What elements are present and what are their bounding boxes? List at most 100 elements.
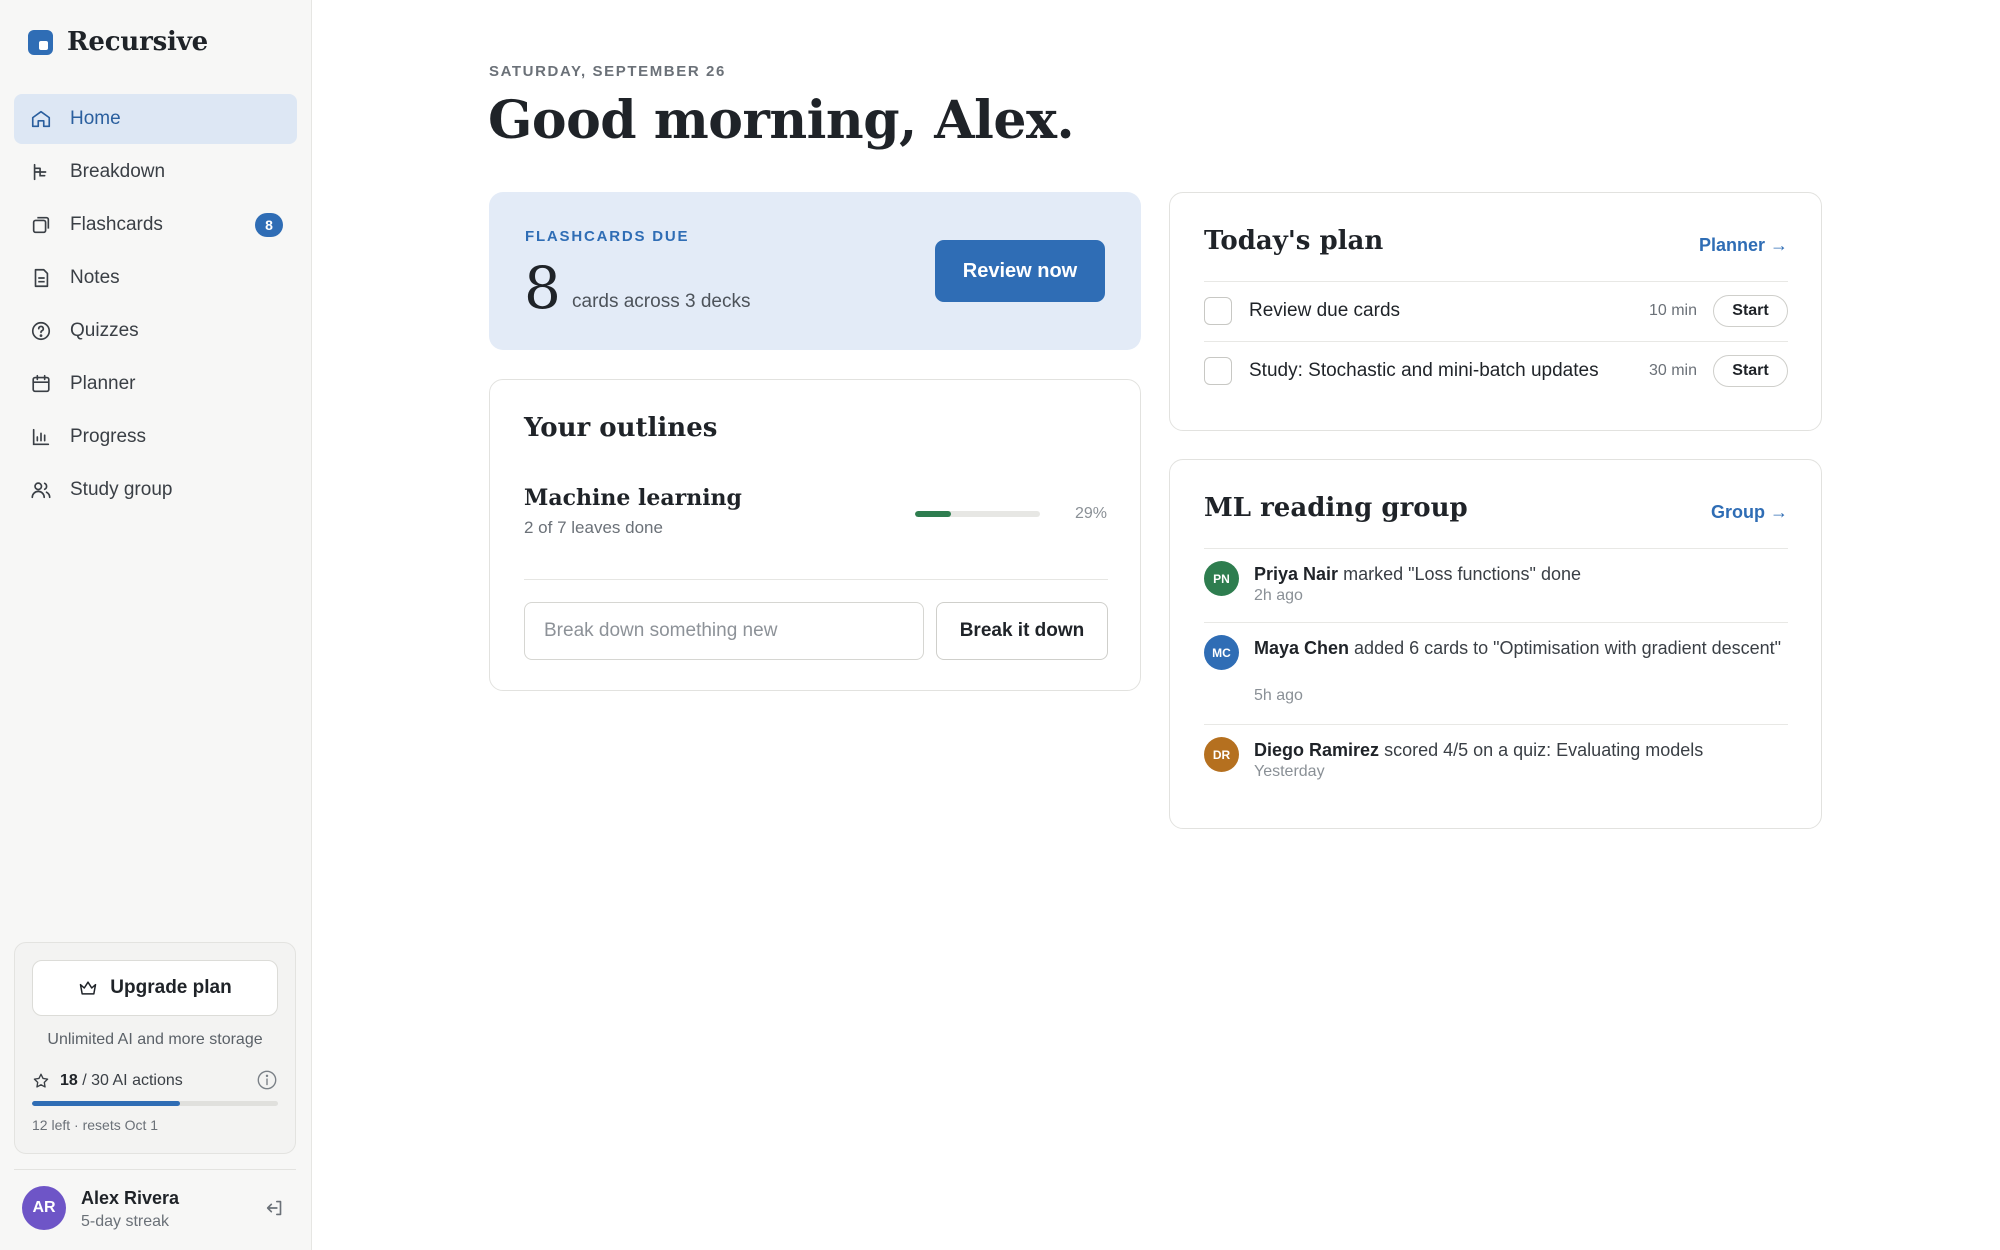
sidebar-divider	[14, 1169, 296, 1170]
sidebar-item-planner[interactable]: Planner	[14, 359, 297, 409]
sidebar-item-label: Study group	[70, 479, 173, 500]
divider	[1204, 548, 1788, 549]
upgrade-plan-button[interactable]: Upgrade plan	[32, 960, 278, 1016]
plan-task: Study: Stochastic and mini-batch updates…	[1204, 342, 1788, 400]
brand[interactable]: Recursive	[28, 26, 208, 58]
activity-text: Maya Chen added 6 cards to "Optimisation…	[1254, 635, 1788, 661]
sidebar-nav: Home Breakdown Flashcards 8 Notes Quizze…	[14, 94, 297, 518]
calendar-icon	[32, 374, 50, 393]
task-checkbox[interactable]	[1204, 297, 1232, 325]
ai-usage: 18 / 30 AI actions	[32, 1069, 278, 1093]
sidebar-item-label: Breakdown	[70, 161, 166, 182]
avatar: MC	[1204, 635, 1239, 670]
crown-icon	[80, 981, 97, 995]
app-logo-icon	[28, 29, 53, 55]
sidebar-item-study-group[interactable]: Study group	[14, 465, 297, 515]
breakdown-input[interactable]	[524, 602, 924, 660]
avatar: PN	[1204, 561, 1239, 596]
activity-text: Diego Ramirez scored 4/5 on a quiz: Eval…	[1254, 737, 1788, 763]
outline-progress-text: 2 of 7 leaves done	[524, 518, 663, 537]
plan-task: Review due cards 10 min Start	[1204, 282, 1788, 340]
group-link[interactable]: Group →	[1711, 502, 1788, 523]
logout-icon[interactable]	[264, 1197, 286, 1219]
sidebar-item-home[interactable]: Home	[14, 94, 297, 144]
sidebar-item-quizzes[interactable]: Quizzes	[14, 306, 297, 356]
quizzes-icon	[31, 321, 51, 341]
outline-progress-fill	[915, 511, 952, 517]
divider	[1204, 724, 1788, 725]
activity-item: MC Maya Chen added 6 cards to "Optimisat…	[1204, 635, 1788, 725]
start-task-button[interactable]: Start	[1713, 355, 1788, 387]
upgrade-subtitle: Unlimited AI and more storage	[47, 1031, 263, 1048]
star-icon	[33, 1073, 49, 1088]
activity-action: added 6 cards to "Optimisation with grad…	[1354, 638, 1782, 658]
reading-group-title: ML reading group	[1204, 493, 1468, 523]
sidebar-item-notes[interactable]: Notes	[14, 253, 297, 303]
activity-time: Yesterday	[1254, 763, 1325, 780]
activity-item: DR Diego Ramirez scored 4/5 on a quiz: E…	[1204, 737, 1788, 797]
sidebar: Recursive Home Breakdown Flashcards 8 No…	[0, 0, 312, 1250]
bar-chart-icon	[32, 428, 50, 446]
sidebar-item-breakdown[interactable]: Breakdown	[14, 147, 297, 197]
break-it-down-button[interactable]: Break it down	[936, 602, 1108, 660]
ai-usage-bar-fill	[32, 1101, 180, 1106]
divider	[1204, 622, 1788, 623]
flashcards-icon	[32, 216, 50, 234]
activity-action: marked "Loss functions" done	[1343, 564, 1581, 584]
outlines-card: Your outlines Machine learning 2 of 7 le…	[489, 379, 1141, 691]
start-task-button[interactable]: Start	[1713, 295, 1788, 327]
user-name: Alex Rivera	[81, 1188, 180, 1208]
task-duration: 10 min	[1648, 302, 1697, 319]
breakdown-icon	[33, 163, 47, 181]
task-label: Review due cards	[1249, 300, 1401, 321]
avatar: DR	[1204, 737, 1239, 772]
review-now-button[interactable]: Review now	[935, 240, 1105, 302]
flashcards-due-label: FLASHCARDS DUE	[525, 228, 690, 245]
user-profile[interactable]: AR Alex Rivera 5-day streak	[22, 1186, 292, 1234]
sidebar-item-progress[interactable]: Progress	[14, 412, 297, 462]
task-label: Study: Stochastic and mini-batch updates	[1249, 360, 1599, 381]
flashcards-count-badge: 8	[255, 213, 283, 237]
upgrade-card: Upgrade plan Unlimited AI and more stora…	[14, 942, 296, 1154]
outline-progress-bar	[915, 511, 1040, 517]
activity-time: 5h ago	[1254, 687, 1303, 704]
reading-group-card: ML reading group Group → PN Priya Nair m…	[1169, 459, 1822, 829]
sidebar-item-label: Flashcards	[70, 214, 163, 235]
activity-item: PN Priya Nair marked "Loss functions" do…	[1204, 561, 1788, 621]
planner-link[interactable]: Planner →	[1699, 235, 1788, 256]
sidebar-item-label: Notes	[70, 267, 120, 288]
task-checkbox[interactable]	[1204, 357, 1232, 385]
sidebar-item-label: Planner	[70, 373, 136, 394]
activity-user[interactable]: Priya Nair	[1254, 564, 1338, 584]
divider	[524, 579, 1108, 580]
activity-time: 2h ago	[1254, 587, 1303, 604]
sidebar-item-label: Home	[70, 108, 121, 129]
task-duration: 30 min	[1648, 362, 1697, 379]
page-title: Good morning, Alex.	[488, 90, 1075, 151]
activity-action: scored 4/5 on a quiz: Evaluating models	[1384, 740, 1704, 760]
activity-user[interactable]: Diego Ramirez	[1254, 740, 1379, 760]
ai-usage-note: 12 left · resets Oct 1	[32, 1117, 159, 1133]
flashcards-due-card: FLASHCARDS DUE 8 cards across 3 decks Re…	[489, 192, 1141, 350]
ai-usage-total: / 30 AI actions	[82, 1072, 183, 1089]
app-name: Recursive	[67, 27, 208, 57]
outline-name: Machine learning	[524, 485, 742, 511]
info-icon[interactable]	[256, 1069, 278, 1091]
outline-percent: 29%	[1074, 505, 1107, 522]
users-icon	[31, 482, 51, 499]
sidebar-item-flashcards[interactable]: Flashcards 8	[14, 200, 297, 250]
flashcards-due-subtitle: cards across 3 decks	[572, 291, 751, 312]
avatar: AR	[22, 1186, 66, 1230]
sidebar-item-label: Quizzes	[70, 320, 139, 341]
todays-plan-card: Today's plan Planner → Review due cards …	[1169, 192, 1822, 431]
activity-text: Priya Nair marked "Loss functions" done	[1254, 561, 1788, 587]
notes-icon	[34, 268, 49, 288]
flashcards-due-count: 8	[524, 254, 561, 322]
outlines-title: Your outlines	[524, 413, 718, 443]
ai-usage-used: 18	[60, 1072, 78, 1089]
user-streak: 5-day streak	[81, 1213, 170, 1230]
home-icon	[31, 110, 51, 128]
todays-plan-title: Today's plan	[1204, 226, 1384, 256]
activity-user[interactable]: Maya Chen	[1254, 638, 1349, 658]
sidebar-item-label: Progress	[70, 426, 147, 447]
